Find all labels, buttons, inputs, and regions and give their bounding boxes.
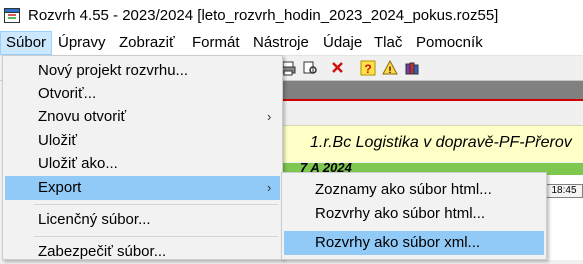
window-title: Rozvrh 4.55 - 2023/2024 [leto_rozvrh_hod… xyxy=(28,7,499,24)
help-icon[interactable]: ? xyxy=(360,60,376,76)
menu-item-label: Uložiť xyxy=(38,132,77,149)
menu-item-label: Nový projekt rozvrhu... xyxy=(38,62,189,79)
svg-text:?: ? xyxy=(364,62,371,76)
menu-separator xyxy=(34,204,278,205)
menu-format[interactable]: Formát xyxy=(187,31,245,55)
menu-item-label: Licenčný súbor... xyxy=(38,211,151,228)
menu-item-open[interactable]: Otvoriť... xyxy=(5,82,280,106)
menu-item-label: Znovu otvoriť xyxy=(38,108,127,125)
submenu-arrow-icon: › xyxy=(267,109,272,124)
title-bar: Rozvrh 4.55 - 2023/2024 [leto_rozvrh_hod… xyxy=(0,0,583,31)
menu-bar: Súbor Úpravy Zobraziť Formát Nástroje Úd… xyxy=(0,31,583,56)
delete-icon[interactable] xyxy=(330,60,346,76)
menu-item-label: Zabezpečiť súbor... xyxy=(38,243,167,260)
warning-icon[interactable]: ! xyxy=(382,60,398,76)
menu-item-save[interactable]: Uložiť xyxy=(5,129,280,153)
submenu-arrow-icon: › xyxy=(267,180,272,195)
menu-item-label: Otvoriť... xyxy=(38,85,97,102)
print-preview-icon[interactable] xyxy=(302,60,318,76)
menu-item-export[interactable]: Export › xyxy=(5,176,280,200)
menu-tlac[interactable]: Tlač xyxy=(369,31,407,55)
menu-zobrazit[interactable]: Zobraziť xyxy=(114,31,180,55)
books-icon[interactable] xyxy=(404,60,420,76)
menu-pomocnik[interactable]: Pomocník xyxy=(411,31,488,55)
submenu-item-schedules-html[interactable]: Rozvrhy ako súbor html... xyxy=(284,202,544,226)
menu-nastroje[interactable]: Nástroje xyxy=(248,31,314,55)
menu-item-license-file[interactable]: Licenčný súbor... xyxy=(5,208,280,232)
submenu-item-schedules-xml[interactable]: Rozvrhy ako súbor xml... xyxy=(284,231,544,255)
submenu-item-lists-html[interactable]: Zoznamy ako súbor html... xyxy=(284,178,544,202)
submenu-item-label: Rozvrhy ako súbor html... xyxy=(315,205,486,222)
menu-item-reopen[interactable]: Znovu otvoriť › xyxy=(5,105,280,129)
submenu-item-label: Rozvrhy ako súbor xml... xyxy=(315,234,481,251)
calendar-app-icon xyxy=(4,8,20,23)
divider-line xyxy=(283,99,583,101)
menu-item-secure-file[interactable]: Zabezpečiť súbor... xyxy=(5,240,280,264)
svg-text:!: ! xyxy=(389,65,392,75)
menu-item-label: Uložiť ako... xyxy=(38,155,118,172)
menu-udaje[interactable]: Údaje xyxy=(318,31,367,55)
file-menu-dropdown: Nový projekt rozvrhu... Otvoriť... Znovu… xyxy=(2,55,283,260)
schedule-title: 1.r.Bc Logistika v dopravě-PF-Přerov xyxy=(310,134,572,151)
time-cell: 18:45 xyxy=(545,184,583,198)
export-submenu: Zoznamy ako súbor html... Rozvrhy ako sú… xyxy=(281,172,547,260)
menu-item-save-as[interactable]: Uložiť ako... xyxy=(5,152,280,176)
menu-upravy[interactable]: Úpravy xyxy=(53,31,111,55)
header-band xyxy=(283,81,583,99)
menu-item-new-project[interactable]: Nový projekt rozvrhu... xyxy=(5,59,280,83)
submenu-item-label: Zoznamy ako súbor html... xyxy=(315,181,492,198)
menu-item-label: Export xyxy=(38,179,82,196)
menu-separator xyxy=(34,236,278,237)
menu-subor[interactable]: Súbor xyxy=(0,31,53,55)
